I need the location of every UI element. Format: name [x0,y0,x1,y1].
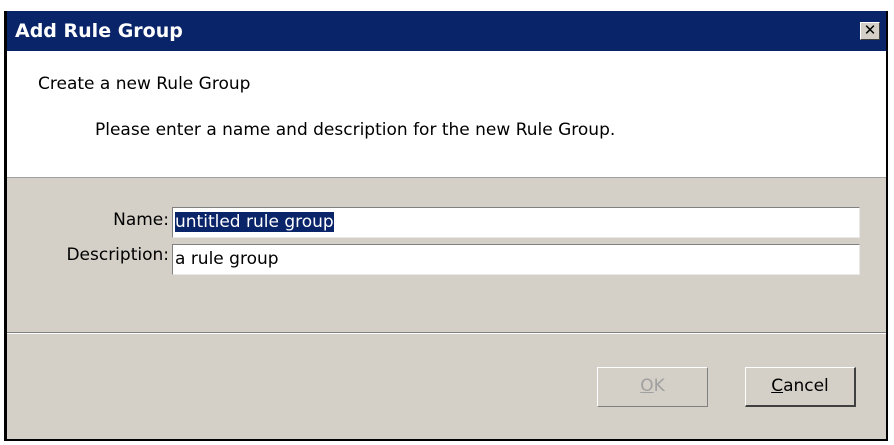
name-label: Name: [113,210,169,230]
window-title: Add Rule Group [15,20,183,42]
close-button[interactable]: ✕ [860,22,880,40]
name-input[interactable]: untitled rule group [172,207,860,238]
close-icon: ✕ [863,21,877,39]
description-label: Description: [66,245,169,265]
ok-button-label: OK [640,376,665,396]
divider [7,332,886,334]
ok-button[interactable]: OK [597,367,708,407]
title-bar[interactable]: Add Rule Group ✕ [7,11,886,51]
header-panel: Create a new Rule Group Please enter a n… [7,51,886,178]
name-input-value: untitled rule group [175,212,334,232]
description-input[interactable]: a rule group [172,244,860,275]
description-input-value: a rule group [175,249,279,269]
add-rule-group-dialog: Add Rule Group ✕ Create a new Rule Group… [4,11,888,441]
cancel-button[interactable]: Cancel [745,367,856,407]
header-title: Create a new Rule Group [38,74,251,94]
cancel-button-label: Cancel [771,376,829,396]
header-description: Please enter a name and description for … [95,120,616,140]
